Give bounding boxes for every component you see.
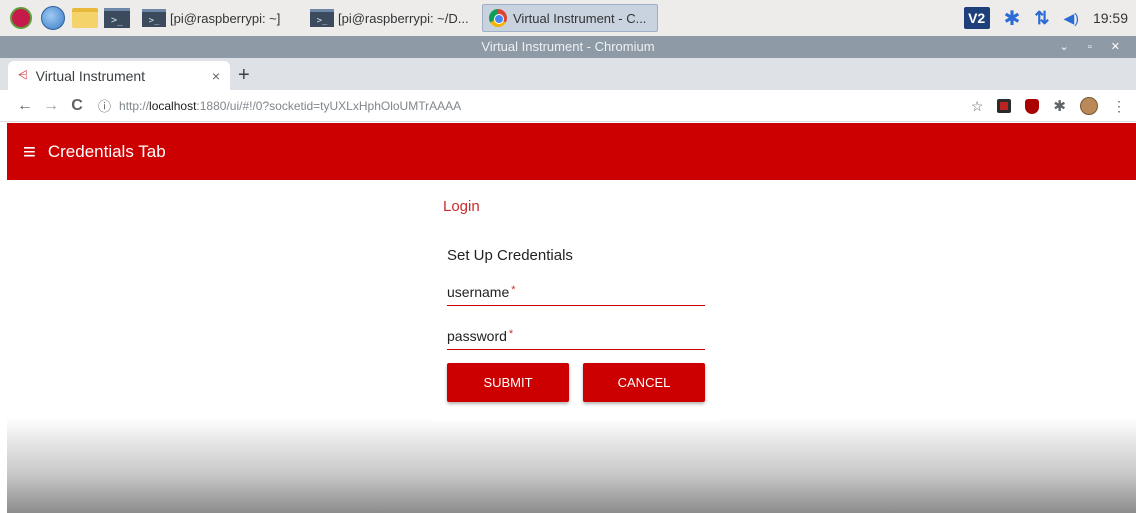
volume-icon[interactable]: ◀) — [1064, 10, 1079, 27]
password-field[interactable]: password * — [447, 328, 705, 350]
bookmark-star-icon[interactable]: ☆ — [971, 98, 984, 115]
screen: >_ >_ [pi@raspberrypi: ~] >_ [pi@raspber… — [0, 0, 1136, 513]
profile-avatar-icon[interactable] — [1080, 97, 1098, 115]
chromium-icon — [489, 9, 507, 27]
browser-tab[interactable]: ⩤ Virtual Instrument × — [8, 61, 230, 90]
reload-button[interactable]: C — [64, 97, 90, 115]
submit-button[interactable]: SUBMIT — [447, 363, 569, 402]
system-tray: V2 ✱ ⇅ ◀) 19:59 — [963, 0, 1128, 36]
terminal-icon: >_ — [142, 9, 166, 27]
extensions-puzzle-icon[interactable]: ✱ — [1053, 97, 1066, 115]
forward-button[interactable]: → — [38, 97, 64, 115]
address-bar[interactable]: ⓘ http://localhost:1880/ui/#!/0?socketid… — [98, 93, 898, 119]
os-taskbar: >_ >_ [pi@raspberrypi: ~] >_ [pi@raspber… — [0, 0, 1136, 36]
dashboard-content: Login Set Up Credentials username * passw… — [7, 180, 1136, 513]
task-label: [pi@raspberrypi: ~/D... — [338, 10, 469, 26]
cancel-button[interactable]: CANCEL — [583, 363, 705, 402]
window-controls[interactable]: ⌄ ▫ ✕ — [1060, 36, 1128, 58]
back-button[interactable]: ← — [12, 97, 38, 115]
taskbar-task-terminal-2[interactable]: >_ [pi@raspberrypi: ~/D... — [304, 4, 476, 32]
username-label: username — [447, 284, 510, 300]
site-info-icon[interactable]: ⓘ — [98, 96, 111, 115]
terminal-icon[interactable]: >_ — [104, 5, 130, 31]
card-title: Login — [443, 198, 480, 215]
terminal-icon: >_ — [310, 9, 334, 27]
folder-icon[interactable] — [72, 5, 98, 31]
raspberry-icon[interactable] — [8, 5, 34, 31]
username-field[interactable]: username * — [447, 284, 705, 306]
browser-menu-icon[interactable]: ⋮ — [1112, 98, 1126, 115]
ublock-icon[interactable] — [1025, 98, 1040, 114]
page-title: Credentials Tab — [47, 141, 166, 161]
vnc-icon[interactable]: V2 — [963, 7, 990, 29]
bluetooth-icon[interactable]: ✱ — [1004, 6, 1021, 31]
required-mark: * — [508, 328, 514, 340]
tab-close-icon[interactable]: × — [212, 68, 220, 84]
network-icon[interactable]: ⇅ — [1034, 8, 1049, 29]
browser-toolbar: ← → C ⓘ http://localhost:1880/ui/#!/0?so… — [0, 90, 1136, 122]
password-label: password — [447, 328, 507, 344]
url-host: localhost — [149, 98, 197, 113]
task-label: Virtual Instrument - C... — [513, 10, 647, 26]
hamburger-menu-icon[interactable]: ≡ — [23, 140, 36, 163]
login-card: Login Set Up Credentials username * passw… — [433, 190, 719, 421]
task-label: [pi@raspberrypi: ~] — [170, 10, 281, 26]
window-title: Virtual Instrument - Chromium — [481, 39, 655, 54]
window-title-bar: Virtual Instrument - Chromium ⌄ ▫ ✕ — [0, 36, 1136, 58]
browser-tab-strip: ⩤ Virtual Instrument × + — [0, 58, 1136, 90]
required-mark: * — [511, 284, 516, 296]
new-tab-button[interactable]: + — [238, 63, 250, 87]
card-subtitle: Set Up Credentials — [447, 247, 573, 264]
taskbar-task-chromium[interactable]: Virtual Instrument - C... — [482, 4, 658, 32]
url-prefix: http:// — [119, 98, 150, 113]
dashboard-header: ≡ Credentials Tab — [7, 123, 1136, 180]
toolbar-actions: ☆ ✱ ⋮ — [971, 90, 1126, 122]
extension-icon[interactable] — [997, 99, 1012, 113]
globe-icon[interactable] — [40, 5, 66, 31]
taskbar-task-terminal-1[interactable]: >_ [pi@raspberrypi: ~] — [136, 4, 298, 32]
clock[interactable]: 19:59 — [1093, 10, 1128, 26]
tab-title: Virtual Instrument — [35, 67, 146, 84]
node-red-favicon-icon: ⩤ — [18, 68, 28, 82]
url-rest: :1880/ui/#!/0?socketid=tyUXLxHphOloUMTrA… — [196, 98, 462, 113]
